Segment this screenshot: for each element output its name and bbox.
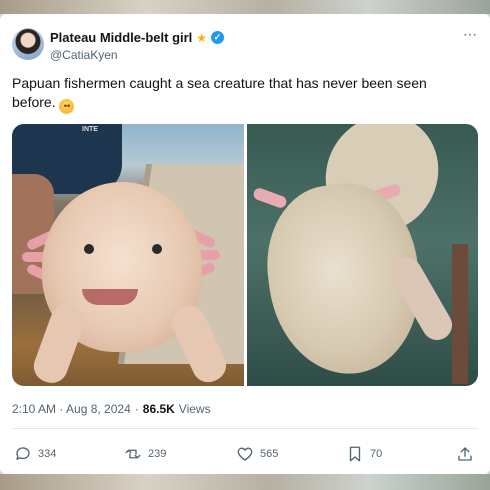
heart-icon <box>237 447 253 461</box>
more-options-icon[interactable]: ⋯ <box>463 26 478 43</box>
tank-pipe <box>452 244 468 384</box>
share-icon <box>458 447 472 461</box>
bookmark-count: 70 <box>370 448 383 460</box>
like-count: 565 <box>260 448 279 460</box>
action-bar: 334 239 565 70 <box>12 442 478 466</box>
tweet-media[interactable]: INTE <box>12 124 478 386</box>
creature-eye-right <box>152 244 162 254</box>
views-label: Views <box>178 402 211 416</box>
photo-left[interactable]: INTE <box>12 124 244 386</box>
reply-icon <box>16 447 30 460</box>
tweet-card: Plateau Middle-belt girl ★ ✓ @CatiaKyen … <box>0 14 490 474</box>
like-button[interactable]: 565 <box>236 445 278 463</box>
repost-button[interactable]: 239 <box>124 445 166 463</box>
photo-right[interactable] <box>246 124 478 386</box>
author-display-name[interactable]: Plateau Middle-belt girl <box>50 30 192 45</box>
reply-count: 334 <box>38 448 57 460</box>
verified-check-icon: ✓ <box>211 31 225 44</box>
repost-icon <box>125 449 141 459</box>
creature-mouth <box>82 289 138 305</box>
meta-separator: · <box>134 402 139 416</box>
background-strip-bottom <box>0 474 490 490</box>
gill-1 <box>251 186 288 210</box>
bookmark-icon <box>349 446 361 462</box>
avatar[interactable] <box>12 28 44 60</box>
shirt-print-text: INTE <box>82 126 98 133</box>
reply-button[interactable]: 334 <box>14 445 56 463</box>
tweet-body: Papuan fishermen caught a sea creature t… <box>12 75 427 110</box>
fearful-face-icon: •• <box>59 99 75 114</box>
tweet-text: Papuan fishermen caught a sea creature t… <box>12 74 452 114</box>
author-handle[interactable]: @CatiaKyen <box>50 48 118 62</box>
tweet-timestamp[interactable]: 2:10 AM · Aug 8, 2024 <box>12 402 131 416</box>
repost-count: 239 <box>148 448 167 460</box>
tweet-meta: 2:10 AM · Aug 8, 2024 · 86.5K Views <box>12 402 211 416</box>
divider-top <box>12 428 478 429</box>
views-count: 86.5K <box>142 402 175 416</box>
share-button[interactable] <box>456 445 474 463</box>
author-name-row: Plateau Middle-belt girl ★ ✓ <box>50 30 225 45</box>
creature-eye-left <box>84 244 94 254</box>
bookmark-button[interactable]: 70 <box>346 445 382 463</box>
background-strip-top <box>0 0 490 14</box>
star-badge-icon: ★ <box>196 30 208 45</box>
